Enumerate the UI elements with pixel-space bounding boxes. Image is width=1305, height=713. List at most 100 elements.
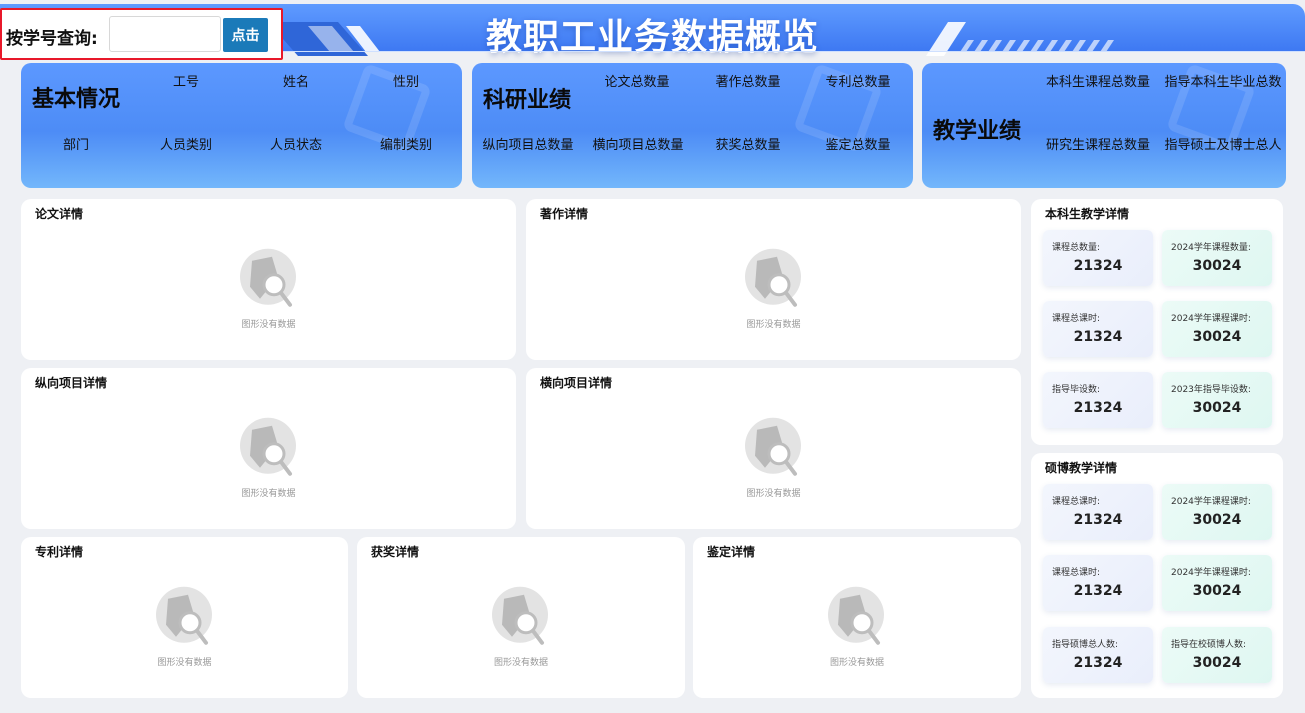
panel-title: 著作详情 [540,207,589,221]
no-data-magnifier-icon [492,586,548,645]
panel-title: 鉴定详情 [707,545,756,559]
stat-label: 指导硕博总人数: [1052,640,1119,650]
field-horizontal-project-total: 横向项目总数量 [592,138,684,153]
stat-card: 2024学年课程课时: 30024 [1162,301,1272,357]
stat-label: 课程总数量: [1052,243,1101,253]
panel-title: 横向项目详情 [540,376,613,390]
empty-state: 图形没有数据 [734,246,814,329]
student-id-search: 按学号查询: 点击 [0,8,283,60]
basic-info-title: 基本情况 [32,87,121,112]
stat-value: 30024 [1192,512,1242,528]
stat-label: 2024学年课程课时: [1171,314,1251,324]
student-id-input[interactable] [109,16,221,52]
field-master-doctor-total: 指导硕士及博士总人 [1164,138,1282,153]
stat-card: 课程总数量: 21324 [1043,230,1153,286]
panel-title: 论文详情 [35,207,84,221]
stat-card: 2024学年课程数量: 30024 [1162,230,1272,286]
research-card: 科研业绩 论文总数量 著作总数量 专利总数量 纵向项目总数量 横向项目总数量 获… [472,63,913,188]
stat-value: 30024 [1192,655,1242,671]
search-label: 按学号查询: [6,29,98,49]
undergrad-teaching-panel: 本科生教学详情 课程总数量: 21324 2024学年课程数量: 30024 课… [1031,199,1283,445]
stat-card: 指导在校硕博人数: 30024 [1162,627,1272,683]
stat-card: 指导毕设数: 21324 [1043,372,1153,428]
stat-value: 21324 [1073,329,1123,345]
teaching-card: 教学业绩 本科生课程总数量 指导本科生毕业总数 研究生课程总数量 指导硕士及博士… [922,63,1286,188]
book-detail-panel: 著作详情 图形没有数据 [526,199,1021,360]
no-data-magnifier-icon [239,248,296,307]
stat-value: 21324 [1073,583,1123,599]
stat-card: 2023年指导毕设数: 30024 [1162,372,1272,428]
no-data-magnifier-icon [744,248,801,307]
empty-text: 图形没有数据 [746,488,801,499]
empty-state: 图形没有数据 [229,246,309,329]
field-undergrad-graduation-total: 指导本科生毕业总数 [1164,75,1282,90]
stat-value: 21324 [1073,512,1123,528]
field-paper-total: 论文总数量 [604,75,670,90]
stat-label: 2023年指导毕设数: [1171,385,1251,395]
empty-text: 图形没有数据 [241,488,296,499]
no-data-magnifier-icon [828,586,884,645]
stat-value: 21324 [1073,655,1123,671]
field-award-total: 获奖总数量 [715,138,781,153]
basic-info-card: 基本情况 工号 姓名 性别 部门 人员类别 人员状态 编制类别 [21,63,462,188]
empty-state: 图形没有数据 [145,584,225,667]
field-staff-category: 人员类别 [159,138,212,153]
stat-value: 21324 [1073,400,1123,416]
stat-label: 2024学年课程课时: [1171,497,1251,507]
header-stripes-right-icon [926,22,1114,56]
stat-value: 30024 [1192,258,1242,274]
stat-label: 指导在校硕博人数: [1171,640,1247,650]
field-book-total: 著作总数量 [715,75,781,90]
search-button[interactable]: 点击 [223,18,268,52]
empty-text: 图形没有数据 [829,657,884,668]
no-data-magnifier-icon [744,417,801,476]
field-name: 姓名 [282,75,309,90]
field-undergrad-course-total: 本科生课程总数量 [1045,75,1150,90]
empty-text: 图形没有数据 [746,319,801,330]
stat-label: 课程总课时: [1052,314,1101,324]
stat-label: 2024学年课程课时: [1171,568,1251,578]
empty-state: 图形没有数据 [229,415,309,498]
field-graduate-course-total: 研究生课程总数量 [1045,138,1150,153]
appraisal-detail-panel: 鉴定详情 图形没有数据 [693,537,1021,698]
field-patent-total: 专利总数量 [825,75,891,90]
stat-card: 2024学年课程课时: 30024 [1162,555,1272,611]
stat-label: 课程总课时: [1052,497,1101,507]
empty-text: 图形没有数据 [241,319,296,330]
panel-title: 硕博教学详情 [1045,461,1118,475]
panel-title: 本科生教学详情 [1045,207,1130,221]
horizontal-project-detail-panel: 横向项目详情 图形没有数据 [526,368,1021,529]
stat-label: 课程总课时: [1052,568,1101,578]
graduate-teaching-panel: 硕博教学详情 课程总课时: 21324 2024学年课程课时: 30024 课程… [1031,453,1283,698]
award-detail-panel: 获奖详情 图形没有数据 [357,537,685,698]
field-staff-status: 人员状态 [269,138,322,153]
stat-value: 21324 [1073,258,1123,274]
stat-card: 课程总课时: 21324 [1043,301,1153,357]
stat-value: 30024 [1192,400,1242,416]
stat-value: 30024 [1192,583,1242,599]
panel-title: 获奖详情 [371,545,420,559]
stat-card: 课程总课时: 21324 [1043,555,1153,611]
field-appraisal-total: 鉴定总数量 [825,138,891,153]
teaching-title: 教学业绩 [933,119,1022,144]
paper-detail-panel: 论文详情 图形没有数据 [21,199,516,360]
empty-text: 图形没有数据 [157,657,212,668]
field-vertical-project-total: 纵向项目总数量 [482,138,574,153]
empty-state: 图形没有数据 [734,415,814,498]
stat-card: 指导硕博总人数: 21324 [1043,627,1153,683]
panel-title: 专利详情 [35,545,84,559]
stat-card: 课程总课时: 21324 [1043,484,1153,540]
field-staff-id: 工号 [172,75,199,90]
stat-label: 2024学年课程数量: [1171,243,1251,253]
research-title: 科研业绩 [483,88,572,113]
empty-text: 图形没有数据 [493,657,548,668]
field-department: 部门 [62,138,89,153]
empty-state: 图形没有数据 [817,584,897,667]
panel-title: 纵向项目详情 [35,376,108,390]
stat-label: 指导毕设数: [1052,385,1101,395]
vertical-project-detail-panel: 纵向项目详情 图形没有数据 [21,368,516,529]
field-gender: 性别 [392,75,419,90]
no-data-magnifier-icon [239,417,296,476]
stat-card: 2024学年课程课时: 30024 [1162,484,1272,540]
empty-state: 图形没有数据 [481,584,561,667]
